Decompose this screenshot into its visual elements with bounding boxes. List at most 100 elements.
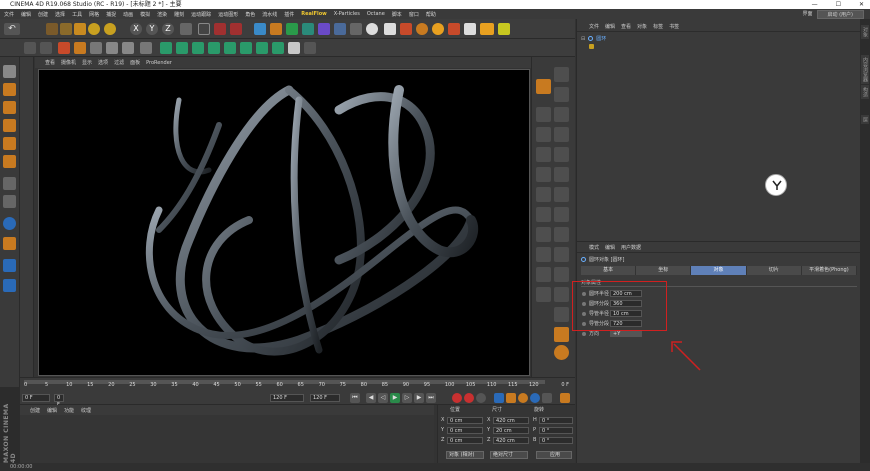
layer-icon[interactable] [3,279,16,292]
cube-icon[interactable] [254,23,266,35]
tool-icon-r24[interactable] [554,327,569,342]
floor-icon[interactable] [334,23,346,35]
menu-item[interactable]: 编辑 [21,11,31,18]
rotate-tool-icon[interactable] [88,23,100,35]
tool-icon-r10[interactable] [554,167,569,182]
viewport-menu-item[interactable]: 过滤 [114,59,124,66]
menu-item[interactable]: 流水线 [262,11,277,18]
material-menu-item[interactable]: 创建 [30,407,40,414]
prev-frame-icon[interactable]: ◁ [378,393,388,403]
menu-item[interactable]: 选择 [55,11,65,18]
attribute-menu-item[interactable]: 模式 [589,244,599,251]
pen-icon[interactable] [270,23,282,35]
end-frame-field[interactable]: 120 F [270,394,304,402]
x-axis-icon[interactable]: X [130,23,142,35]
plugin-icon-7[interactable] [498,23,510,35]
property-value[interactable]: +Y [610,330,642,337]
dock-tab[interactable]: 对象 [861,25,869,39]
menu-item[interactable]: 网格 [89,11,99,18]
3d-viewport[interactable] [38,69,530,376]
material-menu-item[interactable]: 纹理 [81,407,91,414]
object-menu-item[interactable]: 编辑 [605,23,615,30]
object-menu-item[interactable]: 对象 [637,23,647,30]
attribute-tab[interactable]: 切片 [746,266,802,275]
next-frame-icon[interactable]: ▷ [402,393,412,403]
viewport-menu-item[interactable]: 面板 [130,59,140,66]
object-menu-item[interactable]: 文件 [589,23,599,30]
menu-item[interactable]: 文件 [4,11,14,18]
recent-tool-icon[interactable] [104,23,116,35]
menu-item[interactable]: 捕捉 [106,11,116,18]
tweak-mode-icon[interactable] [3,195,16,208]
material-menu-item[interactable]: 编辑 [47,407,57,414]
attribute-tab[interactable]: 基本 [581,266,637,275]
tool-icon-r2[interactable] [554,87,569,102]
viewport-menu-item[interactable]: 显示 [82,59,92,66]
menu-item[interactable]: 插件 [284,11,294,18]
tool-icon-b[interactable] [90,42,102,54]
mode-texture-icon[interactable] [40,42,52,54]
tool-icon-r21[interactable] [536,287,551,302]
material-menu-item[interactable]: 功能 [64,407,74,414]
z-axis-icon[interactable]: Z [162,23,174,35]
scale-tool-icon[interactable] [74,23,86,35]
texture-mode-icon[interactable] [3,101,16,114]
autokey-icon[interactable] [464,393,474,403]
mograph-icon-a[interactable] [160,42,172,54]
render-picture-icon[interactable] [214,23,226,35]
tool-icon-a[interactable] [74,42,86,54]
menu-item[interactable]: 角色 [245,11,255,18]
tool-icon-r11[interactable] [536,187,551,202]
mograph-icon-i[interactable] [288,42,300,54]
mograph-icon-g[interactable] [256,42,268,54]
key-param-icon[interactable] [530,393,540,403]
key-rotation-icon[interactable] [518,393,528,403]
polygons-mode-icon[interactable] [3,155,16,168]
viewport-menu-item[interactable]: ProRender [146,60,172,66]
goto-end-icon[interactable]: ⏭ [426,393,436,403]
undo-icon[interactable]: ↶ [4,23,20,35]
mograph-icon-b[interactable] [176,42,188,54]
mograph-icon-h[interactable] [272,42,284,54]
apply-button[interactable]: 应用 [536,451,572,459]
tool-icon-r17[interactable] [536,247,551,262]
attribute-tab[interactable]: 平滑着色(Phong) [801,266,858,275]
axis-mode-icon[interactable] [3,177,16,190]
snap-icon[interactable] [58,42,70,54]
tool-icon-r15[interactable] [536,227,551,242]
select-tool-icon[interactable] [46,23,58,35]
size-field[interactable]: 420 cm [493,437,529,444]
plugin-icon-1[interactable] [384,23,396,35]
object-menu-item[interactable]: 书签 [669,23,679,30]
position-field[interactable]: 0 cm [447,417,483,424]
menu-item[interactable]: 运动图形 [218,11,238,18]
menu-item[interactable]: 运动跟踪 [191,11,211,18]
plugin-icon-5[interactable] [448,23,460,35]
plugin-icon-6[interactable] [464,23,476,35]
tool-icon-r5[interactable] [536,127,551,142]
snap-enable-icon[interactable] [3,217,16,230]
tool-icon-r3[interactable] [536,107,551,122]
tool-icon-d[interactable] [122,42,134,54]
animate-dot-icon[interactable] [582,332,586,336]
menu-item[interactable]: 工具 [72,11,82,18]
mograph-icon-e[interactable] [224,42,236,54]
key-pla-icon[interactable] [542,393,552,403]
tool-icon-c[interactable] [106,42,118,54]
menu-item[interactable]: 窗口 [409,11,419,18]
play-icon[interactable]: ▶ [390,393,400,403]
tool-icon-r4[interactable] [554,107,569,122]
layout-dropdown[interactable]: 启动 (用户) [816,10,864,19]
timeline-icon[interactable] [560,393,570,403]
mograph-icon-c[interactable] [192,42,204,54]
maximize-button[interactable]: ☐ [836,0,841,9]
tool-icon-r6[interactable] [554,127,569,142]
render-settings-icon[interactable] [230,23,242,35]
menu-item[interactable]: 模拟 [140,11,150,18]
orange-tool-icon[interactable] [536,79,551,94]
render-view-icon[interactable] [198,23,210,35]
position-field[interactable]: 0 cm [447,427,483,434]
dock-tab[interactable]: 层 [861,115,869,124]
close-button[interactable]: ✕ [859,0,864,9]
plugin-icon-2[interactable] [400,23,412,35]
